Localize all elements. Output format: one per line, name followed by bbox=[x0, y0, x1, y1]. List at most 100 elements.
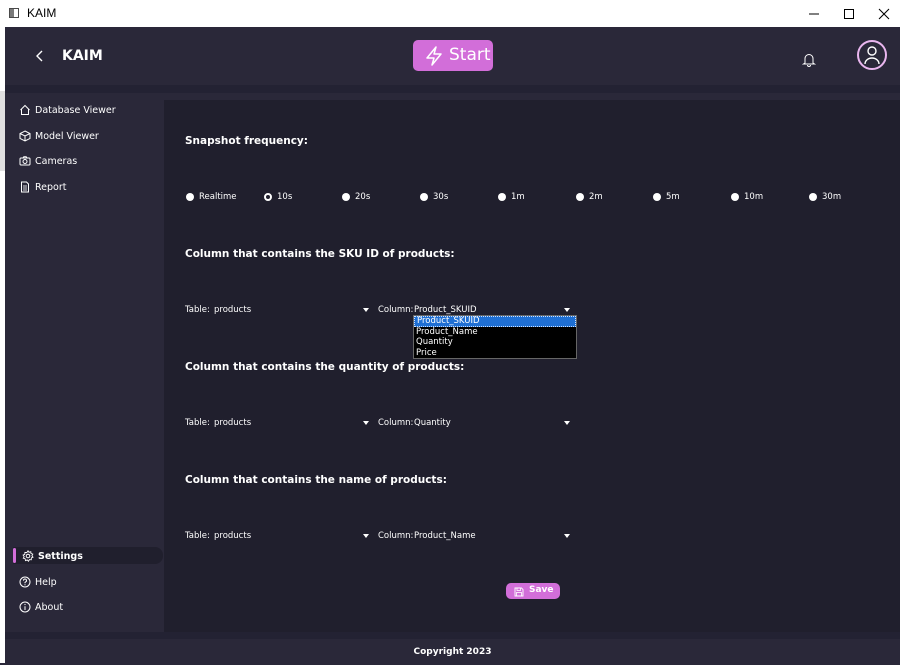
dropdown-option[interactable]: Price bbox=[414, 348, 576, 359]
radio-label: 30m bbox=[822, 192, 842, 202]
back-arrow-icon[interactable] bbox=[33, 49, 47, 63]
dropdown-option-highlighted[interactable]: Product_SKUID bbox=[414, 316, 576, 327]
radio-label: 30s bbox=[433, 192, 449, 202]
active-indicator bbox=[13, 548, 16, 563]
radio-dot bbox=[186, 193, 194, 201]
radio-30m[interactable]: 30m bbox=[809, 192, 841, 202]
table-value: products bbox=[214, 305, 252, 315]
radio-1m[interactable]: 1m bbox=[498, 192, 525, 202]
close-icon bbox=[878, 8, 890, 20]
radio-10s[interactable]: 10s bbox=[264, 192, 292, 202]
sidebar-item-label: Settings bbox=[38, 550, 83, 562]
copyright-text: Copyright 2023 bbox=[413, 647, 492, 657]
radio-dot bbox=[420, 193, 428, 201]
radio-dot bbox=[576, 193, 584, 201]
sidebar-item-label: Database Viewer bbox=[35, 104, 116, 116]
user-icon bbox=[864, 46, 880, 65]
start-label: Start bbox=[449, 45, 491, 65]
window-title: KAIM bbox=[27, 6, 57, 20]
radio-dot bbox=[809, 193, 817, 201]
dropdown-option[interactable]: Quantity bbox=[414, 337, 576, 348]
sidebar-item-database-viewer[interactable]: Database Viewer bbox=[19, 101, 116, 119]
sidebar-item-model-viewer[interactable]: Model Viewer bbox=[19, 127, 99, 145]
radio-dot bbox=[731, 193, 739, 201]
document-icon bbox=[21, 181, 29, 193]
brand-title: KAIM bbox=[62, 48, 103, 64]
save-button[interactable]: Save bbox=[506, 583, 560, 599]
cube-icon bbox=[19, 130, 31, 142]
sidebar-item-report[interactable]: Report bbox=[19, 178, 67, 196]
sidebar-item-label: Help bbox=[35, 576, 57, 588]
table-value: products bbox=[214, 531, 252, 541]
minimize-button[interactable] bbox=[796, 0, 832, 27]
radio-label: Realtime bbox=[199, 192, 237, 202]
gear-icon bbox=[22, 550, 34, 562]
minimize-icon bbox=[809, 13, 819, 15]
radio-dot bbox=[342, 193, 350, 201]
maximize-icon bbox=[844, 9, 854, 19]
radio-20s[interactable]: 20s bbox=[342, 192, 370, 202]
app-header: KAIM Start bbox=[5, 27, 900, 85]
radio-dot bbox=[653, 193, 661, 201]
sidebar-item-label: Cameras bbox=[35, 155, 78, 167]
sidebar: Database Viewer Model Viewer Cameras Rep… bbox=[5, 93, 164, 632]
sidebar-item-settings[interactable]: Settings bbox=[22, 547, 83, 565]
column-value: Quantity bbox=[414, 418, 451, 428]
radio-label: 20s bbox=[355, 192, 371, 202]
sku-column-heading: Column that contains the SKU ID of produ… bbox=[185, 248, 455, 260]
close-button[interactable] bbox=[866, 0, 900, 27]
chevron-down-icon bbox=[363, 308, 369, 312]
home-icon bbox=[20, 104, 30, 115]
sidebar-item-about[interactable]: About bbox=[19, 598, 63, 616]
radio-5m[interactable]: 5m bbox=[653, 192, 680, 202]
radio-dot bbox=[498, 193, 506, 201]
name-column-heading: Column that contains the name of product… bbox=[185, 474, 447, 486]
camera-icon bbox=[19, 156, 31, 166]
start-button[interactable]: Start bbox=[413, 40, 493, 71]
sidebar-item-cameras[interactable]: Cameras bbox=[19, 152, 77, 170]
column-value: Product_Name bbox=[414, 531, 476, 541]
sidebar-item-label: About bbox=[35, 601, 64, 613]
sidebar-item-help[interactable]: Help bbox=[19, 573, 57, 591]
column-label: Column: bbox=[378, 418, 414, 428]
sidebar-item-label: Report bbox=[35, 181, 67, 193]
chevron-down-icon bbox=[564, 534, 570, 538]
footer-divider bbox=[5, 632, 900, 639]
radio-label: 10m bbox=[744, 192, 764, 202]
radio-realtime[interactable]: Realtime bbox=[186, 192, 237, 202]
radio-2m[interactable]: 2m bbox=[576, 192, 603, 202]
window-titlebar: KAIM bbox=[0, 0, 900, 28]
radio-30s[interactable]: 30s bbox=[420, 192, 448, 202]
avatar[interactable] bbox=[857, 40, 887, 70]
radio-dot-selected bbox=[264, 193, 272, 201]
header-divider bbox=[5, 85, 900, 93]
app-icon bbox=[9, 8, 19, 18]
chevron-down-icon bbox=[564, 308, 570, 312]
floppy-disk-icon bbox=[514, 587, 524, 597]
column-label: Column: bbox=[378, 531, 414, 541]
table-label: Table: bbox=[185, 531, 210, 541]
footer: Copyright 2023 bbox=[5, 639, 900, 663]
radio-label: 10s bbox=[277, 192, 293, 202]
dropdown-option[interactable]: Product_Name bbox=[414, 327, 576, 338]
radio-label: 1m bbox=[511, 192, 525, 202]
radio-label: 5m bbox=[666, 192, 680, 202]
sidebar-item-label: Model Viewer bbox=[35, 130, 99, 142]
bell-icon[interactable] bbox=[802, 52, 816, 67]
chevron-down-icon bbox=[564, 421, 570, 425]
snapshot-frequency-heading: Snapshot frequency: bbox=[185, 135, 308, 147]
maximize-button[interactable] bbox=[831, 0, 867, 27]
sku-column-dropdown-list: Product_SKUID Product_Name Quantity Pric… bbox=[413, 315, 577, 359]
chevron-down-icon bbox=[363, 421, 369, 425]
table-label: Table: bbox=[185, 418, 210, 428]
chevron-down-icon bbox=[363, 534, 369, 538]
table-label: Table: bbox=[185, 305, 210, 315]
info-icon bbox=[19, 601, 31, 613]
radio-10m[interactable]: 10m bbox=[731, 192, 763, 202]
quantity-column-heading: Column that contains the quantity of pro… bbox=[185, 361, 465, 373]
column-label: Column: bbox=[378, 305, 414, 315]
settings-panel: Snapshot frequency: Realtime 10s 20s 30s… bbox=[164, 100, 900, 632]
table-value: products bbox=[214, 418, 252, 428]
lightning-icon bbox=[426, 46, 442, 66]
column-value: Product_SKUID bbox=[414, 305, 477, 315]
